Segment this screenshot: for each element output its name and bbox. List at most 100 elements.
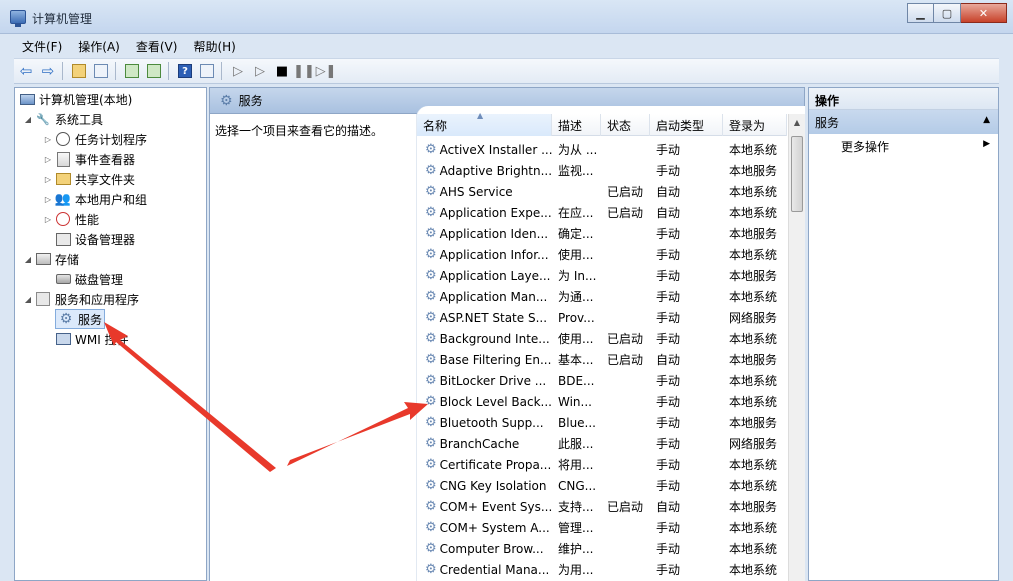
service-gear-icon: ⚙ <box>425 163 437 178</box>
tree-item-task-scheduler[interactable]: ▷ 任务计划程序 <box>43 129 147 149</box>
column-log-on-as[interactable]: 登录为 <box>723 114 787 136</box>
service-startup-type: 手动 <box>656 542 681 556</box>
service-log-on-as: 本地系统 <box>729 248 778 262</box>
service-name-text: Bluetooth Supp... <box>439 415 544 430</box>
collapse-triangle-icon[interactable]: ◢ <box>23 295 33 304</box>
expand-triangle-icon[interactable]: ▷ <box>43 175 53 184</box>
service-name-text: Credential Mana... <box>439 562 550 577</box>
column-startup-type[interactable]: 启动类型 <box>650 114 723 136</box>
show-hide-tree-icon[interactable] <box>91 61 111 81</box>
table-row[interactable]: ⚙ BitLocker Drive ... BDE... 手动 本地系统 <box>417 370 787 391</box>
help-icon[interactable]: ? <box>175 61 195 81</box>
table-row[interactable]: ⚙ Block Level Back... Win... 手动 本地系统 <box>417 391 787 412</box>
tree-item-local-users[interactable]: ▷ 👥 本地用户和组 <box>43 189 147 209</box>
service-name-text: ActiveX Installer ... <box>439 142 552 157</box>
tree-item-performance[interactable]: ▷ 性能 <box>43 209 99 229</box>
tree-item-disk-management[interactable]: 磁盘管理 <box>53 269 123 289</box>
start-service-icon[interactable]: ▷ <box>228 61 248 81</box>
tree-item-shared-folders[interactable]: ▷ 共享文件夹 <box>43 169 135 189</box>
table-row[interactable]: ⚙ COM+ System A... 管理... 手动 本地系统 <box>417 517 787 538</box>
menu-help[interactable]: 帮助(H) <box>185 36 243 56</box>
vertical-scrollbar[interactable]: ▲ <box>788 114 805 581</box>
service-name-text: BranchCache <box>439 436 520 451</box>
forward-icon[interactable]: ⇨ <box>38 61 58 81</box>
tree-item-device-manager[interactable]: 设备管理器 <box>53 229 135 249</box>
expand-triangle-icon[interactable]: ▷ <box>43 155 53 164</box>
table-row[interactable]: ⚙ Credential Mana... 为用... 手动 本地系统 <box>417 559 787 580</box>
service-name: ⚙ ActiveX Installer ... <box>417 142 552 157</box>
menu-action[interactable]: 操作(A) <box>70 36 128 56</box>
table-row[interactable]: ⚙ Application Iden... 确定... 手动 本地服务 <box>417 223 787 244</box>
table-row[interactable]: ⚙ Bluetooth Supp... Blue... 手动 本地服务 <box>417 412 787 433</box>
table-row[interactable]: ⚙ Application Man... 为通... 手动 本地系统 <box>417 286 787 307</box>
service-log-on-as: 本地系统 <box>729 332 778 346</box>
scrollbar-thumb[interactable] <box>791 136 803 212</box>
table-row[interactable]: ⚙ ActiveX Installer ... 为从 ... 手动 本地系统 <box>417 139 787 160</box>
close-button[interactable]: ✕ <box>961 3 1007 23</box>
service-name: ⚙ AHS Service <box>417 184 552 199</box>
collapse-triangle-icon[interactable]: ◢ <box>23 255 33 264</box>
more-actions-item[interactable]: 更多操作 ▶ <box>809 134 998 156</box>
navigation-tree: 计算机管理(本地) ◢ 🔧 系统工具 ▷ 任务计划程序 ▷ 事件查看器 ▷ 共享… <box>14 87 207 581</box>
table-row[interactable]: ⚙ Adaptive Brightn... 监视... 手动 本地服务 <box>417 160 787 181</box>
disk-icon <box>55 274 71 284</box>
column-description[interactable]: 描述 <box>552 114 601 136</box>
table-row[interactable]: ⚙ COM+ Event Sys... 支持... 已启动 自动 本地服务 <box>417 496 787 517</box>
service-gear-icon: ⚙ <box>425 457 437 472</box>
pause-service-icon[interactable]: ❚❚ <box>293 61 315 81</box>
maximize-button[interactable]: ▢ <box>934 3 961 23</box>
table-row[interactable]: ⚙ AHS Service 已启动 自动 本地系统 <box>417 181 787 202</box>
tree-item-root[interactable]: 计算机管理(本地) <box>17 89 132 109</box>
table-row[interactable]: ⚙ ASP.NET State S... Prov... 手动 网络服务 <box>417 307 787 328</box>
expand-triangle-icon[interactable]: ▷ <box>43 135 53 144</box>
tree-item-wmi[interactable]: WMI 控件 <box>53 329 129 349</box>
tree-item-services[interactable]: ⚙ 服务 <box>55 309 106 329</box>
column-label: 启动类型 <box>656 119 705 133</box>
stop-service-icon[interactable]: ■ <box>272 61 292 81</box>
service-name-text: Certificate Propa... <box>439 457 552 472</box>
tree-item-services-apps[interactable]: ◢ 服务和应用程序 <box>23 289 139 309</box>
service-status: 已启动 <box>607 353 644 367</box>
toolbar-separator <box>115 62 116 80</box>
expand-triangle-icon[interactable]: ▷ <box>43 215 53 224</box>
show-hide-action-pane-icon[interactable] <box>197 61 217 81</box>
column-name[interactable]: ▲ 名称 <box>417 111 552 136</box>
minimize-button[interactable]: ▁ <box>907 3 934 23</box>
actions-section-services[interactable]: 服务 ▲ <box>809 110 998 134</box>
window-title: 计算机管理 <box>32 12 93 26</box>
expand-triangle-icon[interactable]: ▷ <box>43 195 53 204</box>
service-status: 已启动 <box>607 500 644 514</box>
service-gear-icon: ⚙ <box>425 184 437 199</box>
tree-item-storage[interactable]: ◢ 存储 <box>23 249 79 269</box>
collapse-triangle-icon[interactable]: ◢ <box>23 115 33 124</box>
tree-item-event-viewer[interactable]: ▷ 事件查看器 <box>43 149 135 169</box>
table-row[interactable]: ⚙ Certificate Propa... 将用... 手动 本地系统 <box>417 454 787 475</box>
back-icon[interactable]: ⇦ <box>16 61 36 81</box>
column-status[interactable]: 状态 <box>601 114 650 136</box>
refresh-icon[interactable] <box>122 61 142 81</box>
table-row[interactable]: ⚙ Base Filtering En... 基本... 已启动 自动 本地服务 <box>417 349 787 370</box>
table-row[interactable]: ⚙ Background Inte... 使用... 已启动 手动 本地系统 <box>417 328 787 349</box>
service-description: 在应... <box>558 206 594 220</box>
menu-view[interactable]: 查看(V) <box>128 36 186 56</box>
table-row[interactable]: ⚙ Computer Brow... 维护... 手动 本地系统 <box>417 538 787 559</box>
up-folder-icon[interactable] <box>69 61 89 81</box>
table-row[interactable]: ⚙ BranchCache 此服... 手动 网络服务 <box>417 433 787 454</box>
users-icon: 👥 <box>54 191 72 207</box>
export-list-icon[interactable] <box>144 61 164 81</box>
start-service-2-icon[interactable]: ▷ <box>250 61 270 81</box>
tree-item-label: 计算机管理(本地) <box>39 92 133 107</box>
scroll-up-arrow-icon[interactable]: ▲ <box>789 114 805 131</box>
tree-item-system-tools[interactable]: ◢ 🔧 系统工具 <box>23 109 103 129</box>
service-gear-icon: ⚙ <box>425 520 437 535</box>
service-log-on-as: 本地系统 <box>729 185 778 199</box>
table-row[interactable]: ⚙ Application Expe... 在应... 已启动 自动 本地系统 <box>417 202 787 223</box>
collapse-up-icon[interactable]: ▲ <box>983 115 990 125</box>
restart-service-icon[interactable]: ▷❚ <box>316 61 337 81</box>
service-name-text: Base Filtering En... <box>439 352 552 367</box>
menu-file[interactable]: 文件(F) <box>14 36 70 56</box>
table-row[interactable]: ⚙ CNG Key Isolation CNG... 手动 本地系统 <box>417 475 787 496</box>
table-row[interactable]: ⚙ Application Infor... 使用... 手动 本地系统 <box>417 244 787 265</box>
service-log-on-as: 本地系统 <box>729 458 778 472</box>
table-row[interactable]: ⚙ Application Laye... 为 In... 手动 本地服务 <box>417 265 787 286</box>
